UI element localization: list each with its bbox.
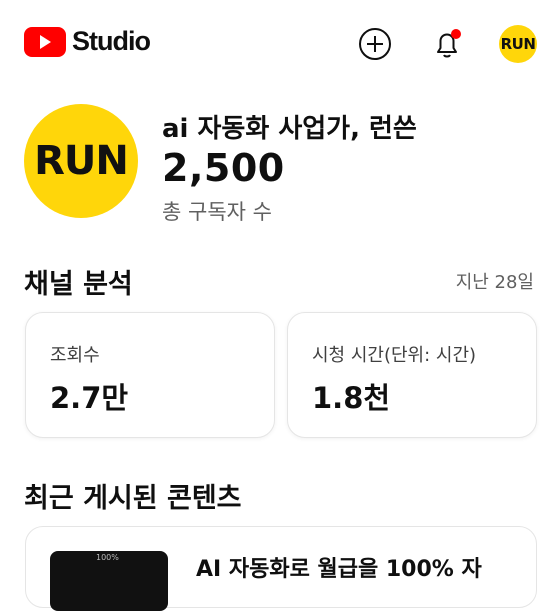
notifications-button[interactable] xyxy=(427,24,467,64)
analytics-period: 지난 28일 xyxy=(455,272,534,293)
watch-time-card[interactable]: 시청 시간(단위: 시간) 1.8천 xyxy=(287,312,537,438)
subscriber-count: 2,500 xyxy=(162,146,285,190)
notification-dot xyxy=(451,29,461,39)
youtube-play-icon xyxy=(24,26,66,57)
views-value: 2.7만 xyxy=(50,381,129,415)
watch-time-label: 시청 시간(단위: 시간) xyxy=(312,345,477,366)
thumbnail-text: 100% xyxy=(96,553,119,562)
channel-name: ai 자동화 사업가, 런쓴 xyxy=(162,114,417,144)
video-title[interactable]: AI 자동화로 월급을 100% 자 xyxy=(196,551,482,583)
top-bar: Studio RUN xyxy=(0,0,560,88)
video-thumbnail[interactable]: 100% xyxy=(50,551,168,611)
channel-summary: RUN ai 자동화 사업가, 런쓴 2,500 총 구독자 수 xyxy=(24,104,544,224)
plus-circle-icon xyxy=(359,28,391,60)
bell-icon xyxy=(437,29,461,58)
account-avatar[interactable]: RUN xyxy=(499,25,537,63)
recent-content-title: 최근 게시된 콘텐츠 xyxy=(24,483,242,514)
watch-time-value: 1.8천 xyxy=(312,381,391,415)
channel-avatar[interactable]: RUN xyxy=(24,104,138,218)
views-card[interactable]: 조회수 2.7만 xyxy=(25,312,275,438)
youtube-studio-logo[interactable]: Studio xyxy=(24,26,151,57)
views-label: 조회수 xyxy=(50,345,100,366)
create-button[interactable] xyxy=(355,24,395,64)
recent-video-card[interactable]: 100% AI 자동화로 월급을 100% 자 xyxy=(25,526,537,611)
analytics-section-title: 채널 분석 xyxy=(24,269,133,300)
logo-text: Studio xyxy=(72,26,151,56)
subscriber-label: 총 구독자 수 xyxy=(162,200,272,224)
